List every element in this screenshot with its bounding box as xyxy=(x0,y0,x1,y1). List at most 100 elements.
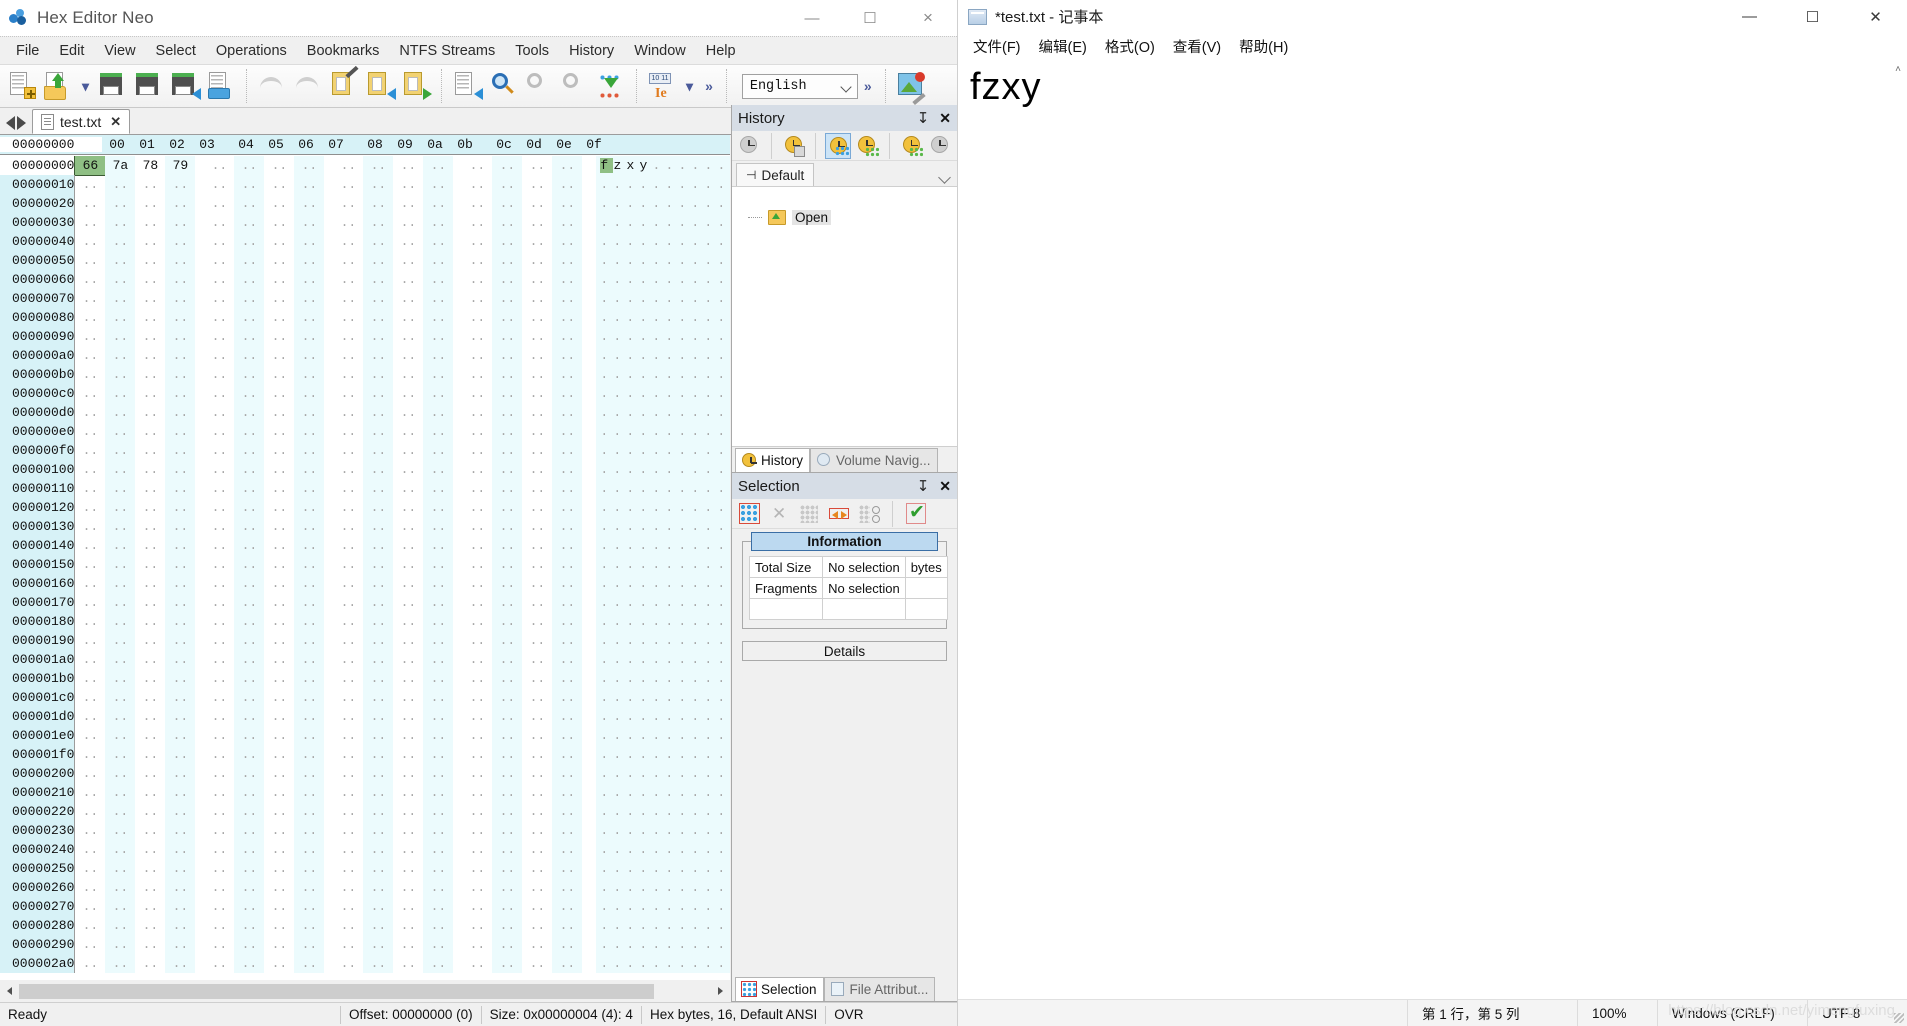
hex-cell[interactable]: .. xyxy=(264,403,294,422)
hex-cell[interactable]: .. xyxy=(363,365,394,384)
hex-cell[interactable]: .. xyxy=(75,669,105,688)
hex-cell[interactable]: .. xyxy=(423,555,454,574)
hex-cell[interactable]: .. xyxy=(522,289,552,308)
ascii-cells[interactable]: ................ xyxy=(596,783,730,802)
hex-cell[interactable]: .. xyxy=(165,384,196,403)
hex-cell[interactable]: .. xyxy=(264,954,294,973)
hex-cell[interactable]: .. xyxy=(492,954,523,973)
hex-cell[interactable]: .. xyxy=(522,669,552,688)
hex-cell[interactable]: .. xyxy=(204,631,234,650)
hex-cell[interactable]: .. xyxy=(462,403,492,422)
hex-cell[interactable]: .. xyxy=(234,764,265,783)
hex-cell[interactable]: .. xyxy=(204,251,234,270)
hex-cell[interactable]: .. xyxy=(204,688,234,707)
hex-cell[interactable]: .. xyxy=(264,194,294,213)
hex-cell[interactable]: .. xyxy=(165,859,196,878)
hex-cell[interactable]: .. xyxy=(492,764,523,783)
hex-cell[interactable]: .. xyxy=(552,194,583,213)
hex-cell[interactable]: .. xyxy=(333,669,363,688)
hex-cell[interactable]: .. xyxy=(204,460,234,479)
hex-cell[interactable]: .. xyxy=(423,251,454,270)
settings-image-icon[interactable] xyxy=(895,69,927,106)
hex-cell[interactable]: .. xyxy=(75,897,105,916)
hex-cell[interactable]: .. xyxy=(264,745,294,764)
find-next-icon[interactable] xyxy=(559,69,591,103)
hex-row-cells[interactable]: ................................ xyxy=(74,403,583,422)
hex-cell[interactable]: .. xyxy=(204,498,234,517)
ascii-cells[interactable]: ................ xyxy=(596,897,730,916)
hex-cell[interactable]: .. xyxy=(135,422,165,441)
hex-cell[interactable]: .. xyxy=(462,840,492,859)
hex-cell[interactable]: .. xyxy=(462,251,492,270)
hex-cell[interactable]: .. xyxy=(75,403,105,422)
hex-cell[interactable]: .. xyxy=(204,954,234,973)
hex-row-cells[interactable]: ................................ xyxy=(74,916,583,935)
ascii-cells[interactable]: fzxy............ xyxy=(596,156,730,175)
hex-cell[interactable]: .. xyxy=(165,555,196,574)
hex-cell[interactable]: .. xyxy=(363,859,394,878)
ascii-cells[interactable]: ................ xyxy=(596,384,730,403)
hex-cell[interactable]: .. xyxy=(75,745,105,764)
hex-row[interactable]: 000001b0................................… xyxy=(0,669,730,688)
hex-row-cells[interactable]: ................................ xyxy=(74,783,583,802)
hex-cell[interactable]: .. xyxy=(135,821,165,840)
hex-cell[interactable]: .. xyxy=(522,156,552,175)
hex-cell[interactable]: .. xyxy=(552,574,583,593)
hex-cell[interactable]: .. xyxy=(522,498,552,517)
hex-cell[interactable]: .. xyxy=(294,194,325,213)
hex-cell[interactable]: .. xyxy=(522,954,552,973)
ascii-cells[interactable]: ................ xyxy=(596,916,730,935)
hex-cell[interactable]: .. xyxy=(552,232,583,251)
hex-cell[interactable]: .. xyxy=(462,859,492,878)
export-icon[interactable] xyxy=(451,69,484,103)
hex-cell[interactable]: .. xyxy=(552,954,583,973)
hex-cell[interactable]: .. xyxy=(234,441,265,460)
hex-cell[interactable]: .. xyxy=(333,802,363,821)
hex-cell[interactable]: .. xyxy=(462,612,492,631)
hex-cell[interactable]: .. xyxy=(552,840,583,859)
hex-cell[interactable]: .. xyxy=(363,688,394,707)
hex-cell[interactable]: .. xyxy=(135,612,165,631)
hex-cell[interactable]: .. xyxy=(393,593,423,612)
hex-cell[interactable]: .. xyxy=(363,821,394,840)
hex-cell[interactable]: .. xyxy=(462,289,492,308)
hex-cell[interactable]: .. xyxy=(294,346,325,365)
hex-cell[interactable]: .. xyxy=(522,745,552,764)
hex-cell[interactable]: .. xyxy=(393,878,423,897)
dock-tab-volume-navigator[interactable]: Volume Navig... xyxy=(810,448,938,472)
hex-cell[interactable]: .. xyxy=(75,251,105,270)
hex-cell[interactable]: .. xyxy=(333,593,363,612)
hex-cell[interactable]: .. xyxy=(294,745,325,764)
hex-cell[interactable]: .. xyxy=(165,840,196,859)
hex-cell[interactable]: .. xyxy=(333,194,363,213)
hex-cell[interactable]: .. xyxy=(552,688,583,707)
redo-icon[interactable] xyxy=(292,69,324,103)
hex-row[interactable]: 00000020................................… xyxy=(0,194,730,213)
hex-cell[interactable]: .. xyxy=(105,175,136,194)
menu-tools[interactable]: Tools xyxy=(505,40,559,62)
hex-cell[interactable]: .. xyxy=(294,213,325,232)
menu-history[interactable]: History xyxy=(559,40,624,62)
hex-row[interactable]: 00000120................................… xyxy=(0,498,730,517)
find-icon[interactable] xyxy=(487,69,519,103)
ascii-char[interactable]: z xyxy=(613,158,626,173)
hex-row[interactable]: 00000170................................… xyxy=(0,593,730,612)
tab-nav-arrows[interactable] xyxy=(0,116,32,134)
hex-cell[interactable]: .. xyxy=(363,916,394,935)
hex-cell[interactable]: .. xyxy=(75,384,105,403)
hex-cell[interactable]: .. xyxy=(492,783,523,802)
hex-cell[interactable]: .. xyxy=(522,479,552,498)
close-icon[interactable]: ✕ xyxy=(939,478,951,495)
hex-cell[interactable]: .. xyxy=(105,251,136,270)
hex-cell[interactable]: .. xyxy=(393,840,423,859)
hex-cell[interactable]: .. xyxy=(204,897,234,916)
hex-cell[interactable]: .. xyxy=(552,935,583,954)
tree-view-icon[interactable] xyxy=(854,133,880,159)
hex-cell[interactable]: .. xyxy=(234,574,265,593)
notepad-vertical-scrollbar[interactable]: ˄ xyxy=(1889,60,1907,999)
hex-cell[interactable]: .. xyxy=(135,707,165,726)
hex-cell[interactable]: .. xyxy=(204,612,234,631)
hex-cell[interactable]: .. xyxy=(333,954,363,973)
hex-cell[interactable]: .. xyxy=(294,631,325,650)
hex-cell[interactable]: .. xyxy=(264,308,294,327)
